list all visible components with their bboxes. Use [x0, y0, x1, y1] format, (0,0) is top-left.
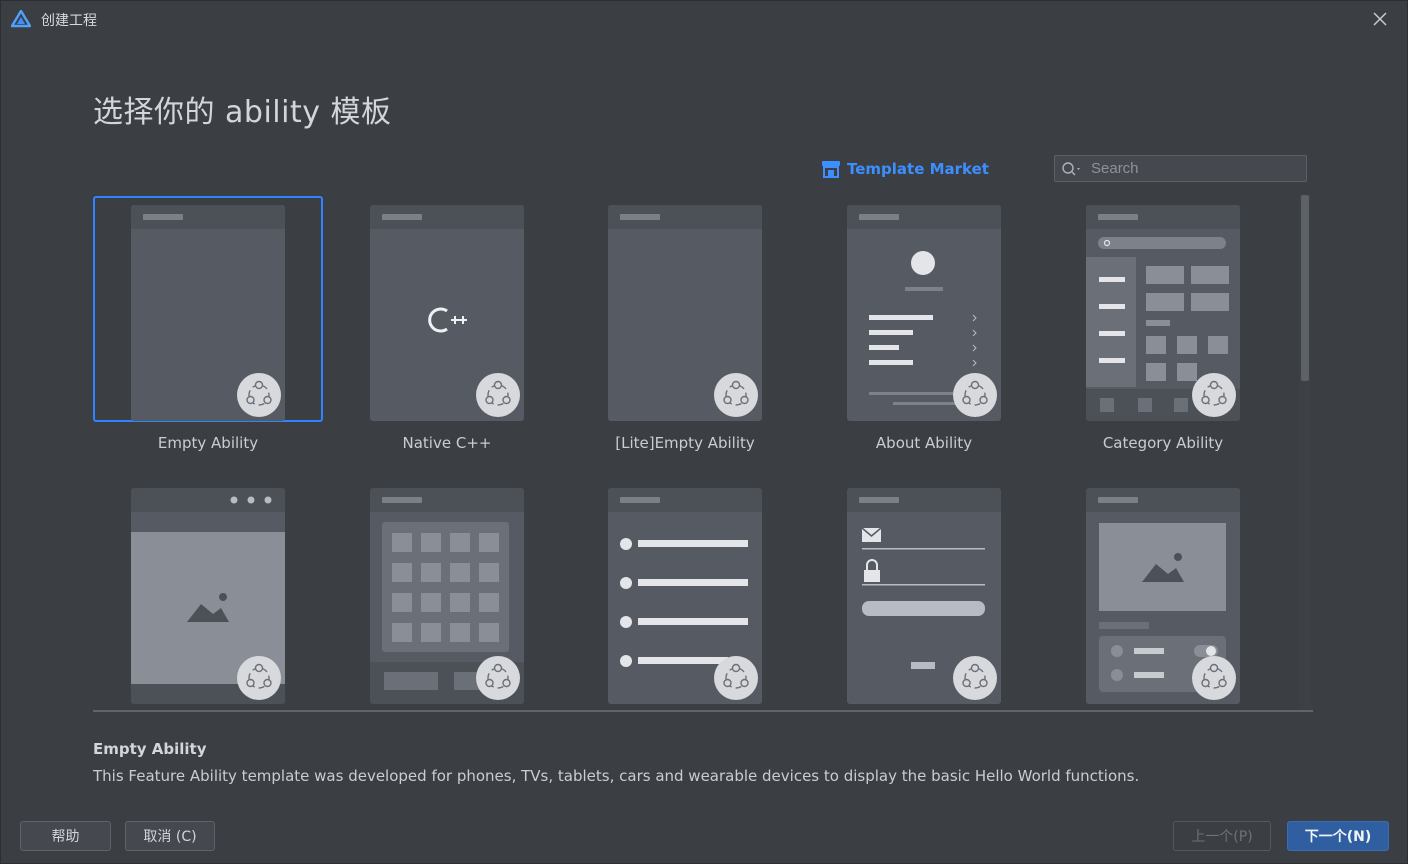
template-market-label: Template Market: [847, 160, 989, 178]
template-description-text: This Feature Ability template was develo…: [93, 767, 1140, 785]
template-description-title: Empty Ability: [93, 740, 207, 758]
template-label: [Lite]Empty Ability: [615, 434, 755, 452]
cancel-button[interactable]: 取消 (C): [125, 821, 215, 851]
search-icon: [1062, 162, 1080, 176]
template-market-link[interactable]: Template Market: [821, 158, 989, 180]
template-thumbnail: [1086, 205, 1240, 421]
previous-button[interactable]: 上一个(P): [1173, 821, 1271, 851]
next-button[interactable]: 下一个(N): [1287, 821, 1389, 851]
template-label: About Ability: [875, 434, 973, 452]
template-label: Empty Ability: [157, 434, 259, 452]
template-grid-scrollbar[interactable]: [1299, 195, 1311, 709]
ability-badge-icon: [953, 656, 997, 700]
template-thumbnail: [131, 488, 285, 704]
create-project-dialog: 创建工程 选择你的 ability 模板 Template Market Sea…: [0, 0, 1408, 864]
template-label: Category Ability: [1102, 434, 1224, 452]
ability-badge-icon: [237, 656, 281, 700]
store-icon: [822, 161, 840, 178]
close-icon[interactable]: [1371, 10, 1389, 28]
ability-badge-icon: [1192, 373, 1236, 417]
ability-badge-icon: [237, 373, 281, 417]
search-box[interactable]: [1054, 155, 1307, 182]
window-title: 创建工程: [41, 13, 97, 29]
cpp-logo-icon: [428, 307, 467, 333]
template-thumbnail: [1086, 488, 1240, 704]
ability-badge-icon: [1192, 656, 1236, 700]
template-grid: Empty Ability Native C++ [Lite]Empty Abi…: [93, 193, 1313, 709]
search-input[interactable]: [1091, 158, 1301, 179]
ability-badge-icon: [476, 373, 520, 417]
template-label: Native C++: [402, 434, 492, 452]
template-thumbnail: [847, 205, 1001, 421]
template-thumbnail: [370, 205, 524, 421]
app-logo-icon: [11, 10, 31, 28]
help-button[interactable]: 帮助: [20, 821, 111, 851]
title-bar: 创建工程: [1, 1, 1407, 37]
divider: [93, 710, 1313, 712]
template-thumbnail: [847, 488, 1001, 704]
scrollbar-thumb[interactable]: [1301, 195, 1309, 381]
template-thumbnail: [608, 205, 762, 421]
ability-badge-icon: [714, 373, 758, 417]
ability-badge-icon: [953, 373, 997, 417]
template-thumbnail: [370, 488, 524, 704]
template-thumbnail: [131, 205, 285, 421]
template-thumbnail: [608, 488, 762, 704]
ability-badge-icon: [714, 656, 758, 700]
ability-badge-icon: [476, 656, 520, 700]
page-title: 选择你的 ability 模板: [93, 95, 392, 130]
